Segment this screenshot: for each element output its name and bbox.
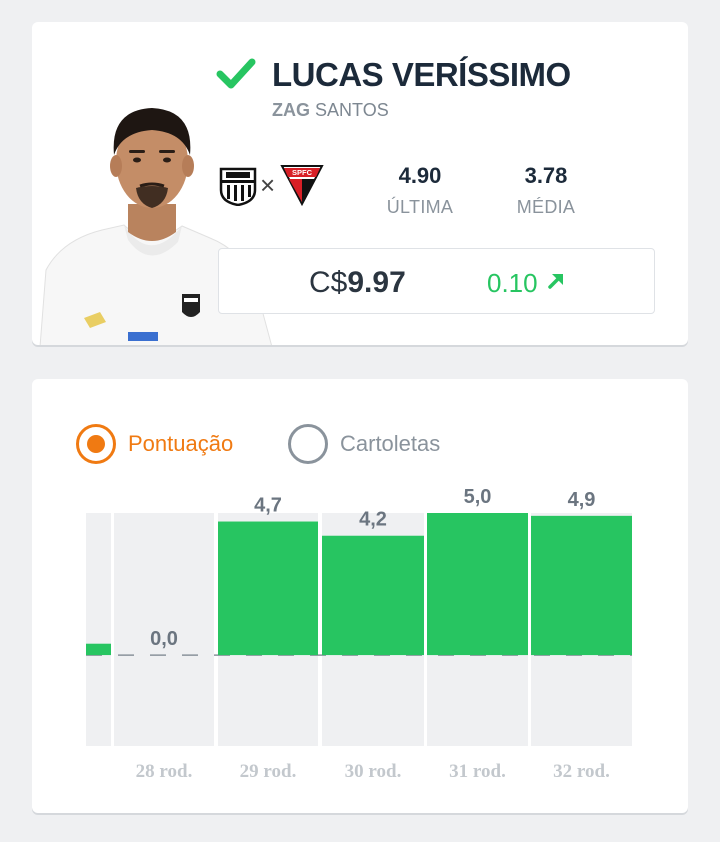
player-name: LUCAS VERÍSSIMO xyxy=(272,56,571,93)
match-info: × SPFC xyxy=(218,164,326,208)
check-icon xyxy=(216,58,256,89)
chart-category-label: 31 rod. xyxy=(449,761,506,782)
chart-category-label: 29 rod. xyxy=(240,761,297,782)
price-value: 9.97 xyxy=(347,266,406,299)
chart-category-label: 28 rod. xyxy=(136,761,193,782)
svg-text:SPFC: SPFC xyxy=(292,168,313,177)
player-club: SANTOS xyxy=(315,100,389,120)
chart-category-label: 30 rod. xyxy=(345,761,402,782)
chart-bar xyxy=(531,515,632,656)
player-position-club: ZAG SANTOS xyxy=(272,100,389,121)
arrow-up-right-icon xyxy=(548,274,563,289)
chart-bar xyxy=(427,513,528,656)
player-price: C$9.97 xyxy=(309,266,406,300)
price-variation: 0.10 xyxy=(487,268,538,298)
player-position: ZAG xyxy=(272,100,310,120)
performance-card: Pontuação Cartoletas 0,0 28 rod. 4,7 29 rod… xyxy=(32,379,688,813)
chart-value-label: 4,9 xyxy=(568,489,596,511)
match-separator: × xyxy=(260,170,276,200)
chart-value-label: 4,7 xyxy=(254,495,282,517)
away-team-badge: SPFC xyxy=(280,165,324,206)
home-team-badge xyxy=(219,167,257,206)
chart-value-label: 5,0 xyxy=(464,486,492,508)
last-score: 4.90 ÚLTIMA xyxy=(360,163,480,218)
chart-value-label: 0,0 xyxy=(150,628,178,650)
chart-value-label: 4,2 xyxy=(359,509,387,531)
player-card: LUCAS VERÍSSIMO ZAG SANTOS × SPFC 4.90 Ú… xyxy=(32,22,688,345)
chart-column-bg xyxy=(86,513,111,746)
average-score: 3.78 MÉDIA xyxy=(486,163,606,218)
price-currency: C$ xyxy=(309,266,348,299)
average-score-label: MÉDIA xyxy=(516,197,576,217)
last-score-label: ÚLTIMA xyxy=(386,197,454,217)
price-box: C$9.97 0.10 xyxy=(218,248,655,314)
score-bar-chart: 0,0 28 rod. 4,7 29 rod. 4,2 30 rod. 5,0 31 rod.… xyxy=(86,486,632,782)
chart-bar xyxy=(218,521,318,656)
chart-category-label: 32 rod. xyxy=(553,761,610,782)
chart-bar xyxy=(86,643,111,656)
chart-bar xyxy=(322,535,424,656)
last-score-value: 4.90 xyxy=(398,163,442,188)
average-score-value: 3.78 xyxy=(524,163,568,188)
